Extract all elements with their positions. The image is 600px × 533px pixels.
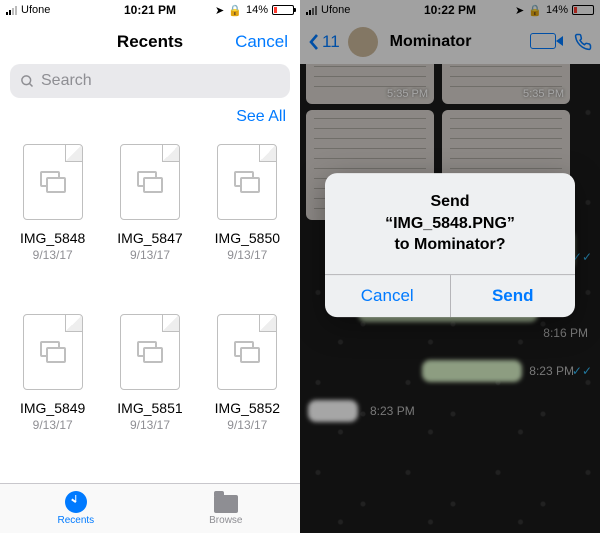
file-item[interactable]: IMG_5847 9/13/17 <box>103 136 196 306</box>
file-thumbnail <box>23 314 83 390</box>
tab-bar: Recents Browse <box>0 483 300 533</box>
search-icon <box>20 74 35 89</box>
file-thumbnail <box>120 144 180 220</box>
location-icon: ➤ <box>215 4 224 17</box>
rotation-lock-icon: 🔒 <box>228 4 242 17</box>
folder-icon <box>214 495 238 513</box>
file-name: IMG_5850 <box>215 230 280 246</box>
cancel-button[interactable]: Cancel <box>235 32 288 52</box>
alert-send-button[interactable]: Send <box>451 275 576 317</box>
files-app-screen: Ufone 10:21 PM ➤ 🔒 14% Recents Cancel Se… <box>0 0 300 533</box>
file-date: 9/13/17 <box>130 248 170 262</box>
file-date: 9/13/17 <box>227 418 267 432</box>
file-item[interactable]: IMG_5851 9/13/17 <box>103 306 196 476</box>
status-bar: Ufone 10:21 PM ➤ 🔒 14% <box>0 0 300 20</box>
alert-message: Send “IMG_5848.PNG” to Mominator? <box>325 173 575 274</box>
clock-icon <box>65 491 87 513</box>
file-date: 9/13/17 <box>130 418 170 432</box>
file-thumbnail <box>120 314 180 390</box>
file-date: 9/13/17 <box>33 248 73 262</box>
file-name: IMG_5848 <box>20 230 85 246</box>
file-date: 9/13/17 <box>33 418 73 432</box>
battery-icon <box>272 5 294 15</box>
file-item[interactable]: IMG_5852 9/13/17 <box>201 306 294 476</box>
page-title: Recents <box>117 32 183 52</box>
search-placeholder: Search <box>41 72 92 90</box>
battery-percent: 14% <box>246 4 268 16</box>
tab-label: Recents <box>57 515 94 526</box>
carrier-label: Ufone <box>21 4 50 16</box>
alert-cancel-button[interactable]: Cancel <box>325 275 451 317</box>
see-all-button[interactable]: See All <box>0 104 300 128</box>
file-thumbnail <box>217 314 277 390</box>
whatsapp-chat-screen: Ufone 10:22 PM ➤ 🔒 14% 11 Mominator <box>300 0 600 533</box>
send-confirmation-alert: Send “IMG_5848.PNG” to Mominator? Cancel… <box>325 173 575 317</box>
search-input[interactable]: Search <box>10 64 290 98</box>
tab-browse[interactable]: Browse <box>209 492 242 526</box>
file-thumbnail <box>217 144 277 220</box>
file-name: IMG_5851 <box>117 400 182 416</box>
file-name: IMG_5852 <box>215 400 280 416</box>
file-name: IMG_5847 <box>117 230 182 246</box>
nav-bar: Recents Cancel <box>0 20 300 64</box>
file-item[interactable]: IMG_5848 9/13/17 <box>6 136 99 306</box>
file-item[interactable]: IMG_5849 9/13/17 <box>6 306 99 476</box>
file-date: 9/13/17 <box>227 248 267 262</box>
file-name: IMG_5849 <box>20 400 85 416</box>
file-grid: IMG_5848 9/13/17 IMG_5847 9/13/17 IMG_58… <box>0 128 300 483</box>
tab-recents[interactable]: Recents <box>57 491 94 526</box>
tab-label: Browse <box>209 515 242 526</box>
file-thumbnail <box>23 144 83 220</box>
file-item[interactable]: IMG_5850 9/13/17 <box>201 136 294 306</box>
signal-icon <box>6 5 17 15</box>
